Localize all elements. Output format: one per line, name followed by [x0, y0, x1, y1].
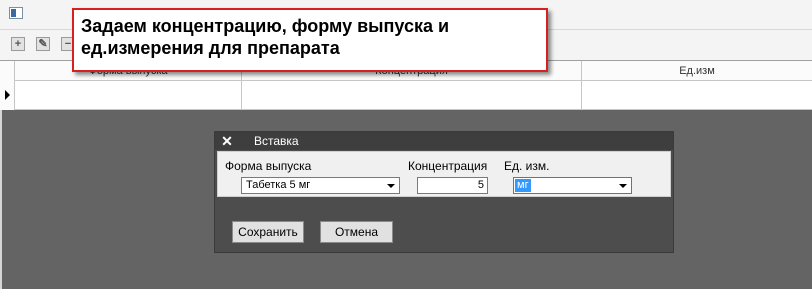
cell-form[interactable] [15, 81, 242, 109]
table-row[interactable] [15, 81, 812, 110]
form-dropdown[interactable]: Табетка 5 мг [241, 177, 400, 194]
current-row-arrow-icon [5, 90, 10, 100]
insert-dialog: ✕ Вставка Форма выпуска Табетка 5 мг Кон… [214, 131, 674, 253]
close-icon[interactable]: ✕ [219, 133, 235, 149]
concentration-label: Концентрация [408, 159, 488, 173]
dialog-title: Вставка [254, 134, 299, 148]
unit-dropdown[interactable]: мг [513, 177, 632, 194]
app-window: + ✎ − Форма выпуска Концентрация Ед.изм … [0, 0, 812, 289]
cancel-button[interactable]: Отмена [320, 221, 393, 243]
edit-button[interactable]: ✎ [36, 37, 50, 51]
row-indicator[interactable] [0, 61, 15, 110]
chevron-down-icon[interactable] [619, 184, 627, 188]
add-button[interactable]: + [11, 37, 25, 51]
concentration-input[interactable]: 5 [417, 177, 488, 194]
annotation-callout: Задаем концентрацию, форму выпуска и ед.… [72, 8, 548, 72]
save-button[interactable]: Сохранить [232, 221, 304, 243]
cell-concentration[interactable] [242, 81, 582, 109]
chevron-down-icon[interactable] [387, 184, 395, 188]
dialog-titlebar: ✕ Вставка [215, 132, 673, 150]
concentration-value: 5 [477, 179, 484, 191]
window-icon [9, 7, 23, 19]
form-value: Табетка 5 мг [246, 179, 311, 191]
dialog-form: Форма выпуска Табетка 5 мг Концентрация … [217, 151, 671, 197]
unit-value: мг [515, 179, 531, 192]
unit-label: Ед. изм. [504, 159, 550, 173]
form-label: Форма выпуска [225, 159, 312, 173]
cell-unit[interactable] [582, 81, 812, 109]
column-header-unit[interactable]: Ед.изм [582, 61, 812, 81]
